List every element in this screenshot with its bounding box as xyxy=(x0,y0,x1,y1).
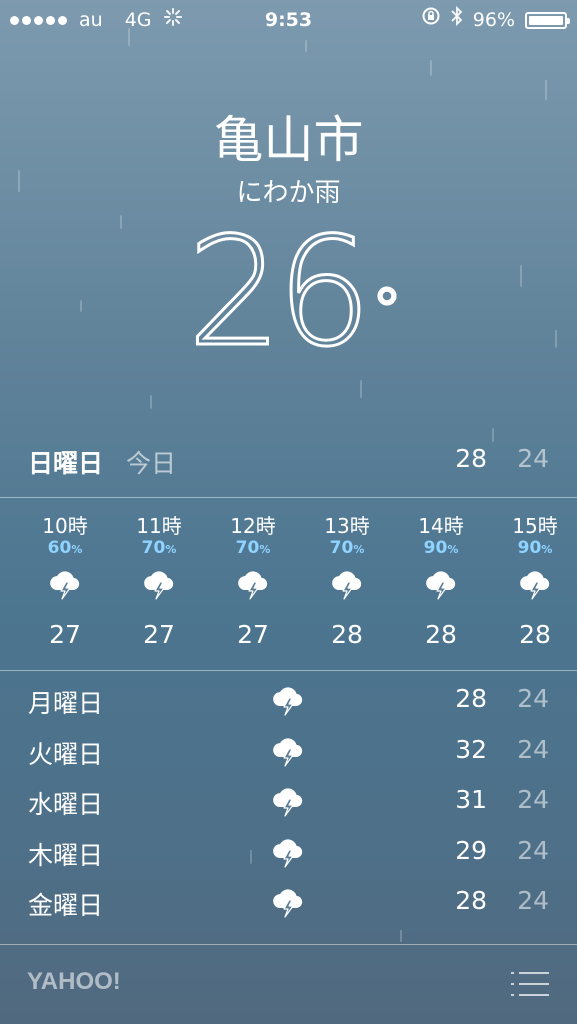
precip-chance: 90% xyxy=(423,538,459,558)
precip-chance: 90% xyxy=(517,538,553,558)
bluetooth-icon xyxy=(451,0,463,40)
hour-time: 12時 xyxy=(230,514,276,538)
day-low: 24 xyxy=(517,886,549,915)
hour-temperature: 28 xyxy=(519,620,551,649)
hourly-item: 14時 90% 28 xyxy=(394,510,488,649)
hourly-item: 13時 70% 28 xyxy=(300,510,394,649)
thunderstorm-icon xyxy=(270,785,306,823)
day-low: 24 xyxy=(517,785,549,814)
battery-icon xyxy=(525,11,570,29)
thunderstorm-icon xyxy=(300,564,394,604)
day-high: 28 xyxy=(455,684,487,713)
hour-temperature: 28 xyxy=(331,620,363,649)
day-high: 32 xyxy=(455,734,487,764)
hourly-item: 10時 60% 27 xyxy=(18,510,112,649)
day-name: 水曜日 xyxy=(28,790,104,819)
daily-row: 水曜日 31 24 xyxy=(28,785,549,836)
thunderstorm-icon xyxy=(270,886,306,924)
day-high: 28 xyxy=(455,886,487,915)
yahoo-logo[interactable]: YAHOO! xyxy=(27,968,121,996)
day-low: 24 xyxy=(517,684,549,713)
today-row: 日曜日 今日 28 24 xyxy=(28,444,549,488)
hourly-item: 12時 70% 27 xyxy=(206,510,300,649)
divider-top xyxy=(0,497,577,498)
thunderstorm-icon xyxy=(394,564,488,604)
hourly-item: 15時 90% 28 xyxy=(488,510,577,649)
city-name: 亀山市 xyxy=(213,111,364,169)
thunderstorm-icon xyxy=(206,564,300,604)
day-name: 金曜日 xyxy=(28,891,104,920)
hour-time: 14時 xyxy=(418,514,464,538)
hour-time: 11時 xyxy=(136,514,182,538)
hour-time: 15時 xyxy=(512,514,558,538)
current-condition: にわか雨 xyxy=(236,178,341,208)
divider-middle xyxy=(0,670,577,671)
list-icon[interactable] xyxy=(511,970,549,998)
today-day: 日曜日 xyxy=(28,449,104,478)
today-label: 今日 xyxy=(126,449,177,478)
rotation-lock-icon xyxy=(421,0,441,40)
precip-chance: 70% xyxy=(141,538,177,558)
thunderstorm-icon xyxy=(270,836,306,874)
hour-temperature: 28 xyxy=(425,620,457,649)
daily-forecast[interactable]: 月曜日 28 24 火曜日 32 24 水曜日 31 24 木曜日 29 24 金曜日 28 24 xyxy=(28,684,549,937)
status-bar: au 4G 9:53 96% xyxy=(0,0,577,40)
day-name: 火曜日 xyxy=(28,739,104,769)
thunderstorm-icon xyxy=(488,564,577,604)
today-high: 28 xyxy=(455,444,487,473)
daily-row: 木曜日 29 24 xyxy=(28,836,549,887)
temperature-value: 26 xyxy=(186,206,374,380)
degree-symbol: ° xyxy=(370,275,403,348)
hour-temperature: 27 xyxy=(49,620,81,649)
thunderstorm-icon xyxy=(112,564,206,604)
day-name: 月曜日 xyxy=(28,689,104,718)
battery-percent: 96% xyxy=(472,9,515,31)
hour-temperature: 27 xyxy=(237,620,269,649)
precip-chance: 60% xyxy=(47,538,83,558)
day-low: 24 xyxy=(517,734,549,764)
today-low: 24 xyxy=(517,444,549,473)
day-name: 木曜日 xyxy=(28,840,104,870)
daily-row: 金曜日 28 24 xyxy=(28,886,549,937)
hourly-forecast[interactable]: 10時 60% 27 11時 70% 27 12時 70% 27 13時 70% 28 14時 9… xyxy=(18,510,577,649)
current-temperature: 26 ° xyxy=(0,206,577,380)
precip-chance: 70% xyxy=(329,538,365,558)
daily-row: 月曜日 28 24 xyxy=(28,684,549,735)
hour-temperature: 27 xyxy=(143,620,175,649)
hour-time: 10時 xyxy=(42,514,88,538)
daily-row: 火曜日 32 24 xyxy=(28,735,549,786)
hourly-item: 11時 70% 27 xyxy=(112,510,206,649)
thunderstorm-icon xyxy=(18,564,112,604)
precip-chance: 70% xyxy=(235,538,271,558)
hour-time: 13時 xyxy=(324,514,370,538)
divider-bottom xyxy=(0,944,577,945)
day-high: 31 xyxy=(455,785,487,814)
thunderstorm-icon xyxy=(270,684,306,722)
thunderstorm-icon xyxy=(270,735,306,773)
day-low: 24 xyxy=(517,835,549,865)
day-high: 29 xyxy=(455,835,487,865)
